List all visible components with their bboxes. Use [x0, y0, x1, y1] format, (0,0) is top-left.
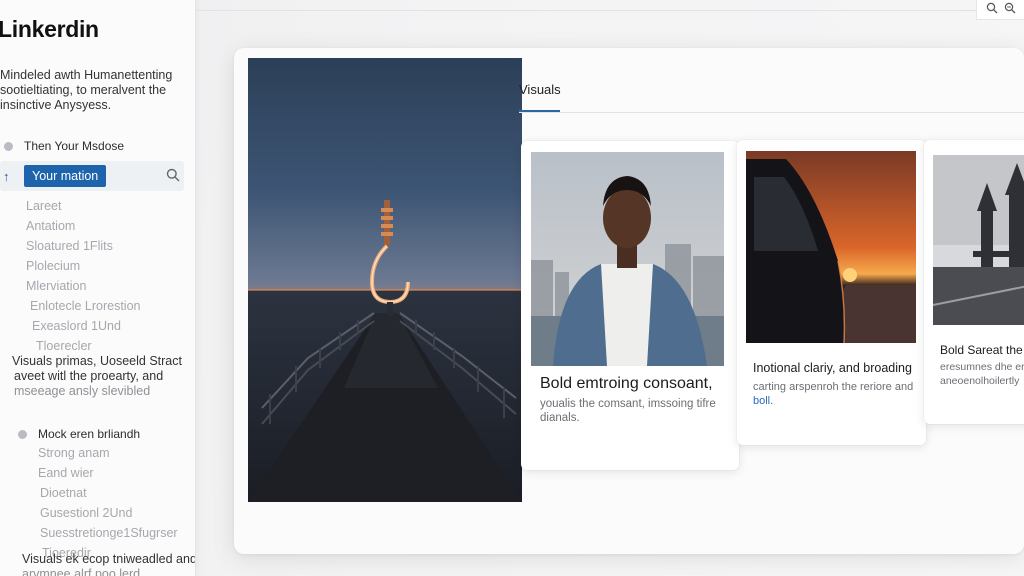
sidebar-item-active[interactable]: ↑ Your mation	[0, 161, 184, 191]
tab-visuals[interactable]: Visuals	[519, 82, 561, 97]
sidebar-item[interactable]: Gusestionl 2Und	[40, 503, 178, 523]
card-image	[933, 155, 1024, 325]
tab-bar: Visuals	[519, 76, 1024, 116]
content-card[interactable]: Bold Sareat the Scc eresumnes dhe erty a…	[924, 140, 1024, 424]
sidebar-section-2[interactable]: Mock eren brliandh	[18, 427, 140, 441]
sidebar-item[interactable]: Mlerviation	[26, 276, 140, 296]
bullet-icon	[18, 429, 27, 439]
paragraph-line: Visuals ek ecop tniweadled and	[22, 552, 196, 566]
paragraph-line: mseeage ansly slevibled	[14, 384, 151, 398]
search-icon[interactable]	[166, 168, 180, 187]
card-title[interactable]: Bold emtroing consoant,	[540, 375, 713, 393]
sidebar-item[interactable]: Sloatured 1Flits	[26, 236, 140, 256]
tab-divider	[519, 112, 1024, 113]
card-image	[746, 151, 916, 343]
tagline-line: sootieltiating, to meralvent the	[0, 83, 167, 97]
description-line: dianals.	[540, 412, 580, 424]
sidebar-item[interactable]: Enlotecle Lrorestion	[30, 296, 140, 316]
description-line: eresumnes dhe erty	[940, 361, 1024, 373]
top-bar	[196, 0, 1024, 20]
card-title[interactable]: Bold Sareat the Scc	[940, 343, 1024, 357]
bullet-icon	[4, 141, 13, 151]
hero-image[interactable]	[248, 58, 522, 502]
sidebar-item[interactable]: Antatiom	[26, 216, 140, 236]
section-label: Then Your Msdose	[24, 139, 125, 153]
content-card[interactable]: Inotional clariy, and broading carting a…	[737, 140, 926, 445]
sidebar-item[interactable]: Strong anam	[38, 443, 178, 463]
sidebar-item[interactable]: Dioetnat	[40, 483, 178, 503]
description-line: aneoenolhoilertly	[940, 375, 1020, 387]
description-line: youalis the comsant, imssoing tifre	[540, 398, 716, 410]
sidebar-paragraph: Visuals ek ecop tniweadled and arvmnee a…	[22, 552, 196, 576]
brand-logo[interactable]: Linkerdin	[0, 16, 99, 43]
sidebar-tagline: Mindeled awth Humanettenting sootieltiat…	[0, 68, 190, 113]
sidebar: Linkerdin Mindeled awth Humanettenting s…	[0, 0, 196, 576]
sidebar-paragraph: Visuals primas, Uoseeld Stract aveet wit…	[12, 354, 195, 399]
card-title[interactable]: Inotional clariy, and broading	[753, 361, 912, 375]
card-description: carting arspenroh the reriore and boll.	[753, 380, 913, 408]
search-icon[interactable]	[986, 1, 998, 19]
card-description: eresumnes dhe erty aneoenolhoilertly	[940, 360, 1024, 388]
sidebar-item[interactable]: Lareet	[26, 196, 140, 216]
arrow-up-icon: ↑	[3, 168, 10, 184]
card-description: youalis the comsant, imssoing tifre dian…	[540, 397, 716, 425]
sidebar-item[interactable]: Tloerecler	[36, 336, 140, 356]
sidebar-section-1[interactable]: Then Your Msdose	[4, 139, 124, 153]
paragraph-line: arvmnee alrf poo lerd	[22, 567, 141, 576]
section-label: Mock eren brliandh	[38, 427, 141, 441]
description-line: carting arspenroh the reriore and	[753, 381, 914, 393]
sidebar-item[interactable]: Suesstretionge1Sfugrser	[40, 523, 178, 543]
description-line[interactable]: boll.	[753, 394, 913, 408]
paragraph-line: Visuals primas, Uoseeld Stract	[12, 354, 182, 368]
zoom-icon[interactable]	[1004, 1, 1016, 19]
top-divider	[196, 10, 976, 11]
card-image	[531, 152, 724, 366]
tagline-line: insinctive Anysyess.	[0, 98, 112, 112]
top-icon-group	[976, 0, 1024, 20]
sidebar-item[interactable]: Exeaslord 1Und	[32, 316, 140, 336]
content-card[interactable]: Bold emtroing consoant, youalis the coms…	[521, 141, 739, 470]
sidebar-item[interactable]: Eand wier	[38, 463, 178, 483]
sidebar-list-2: Strong anam Eand wier Dioetnat Gusestion…	[38, 443, 178, 563]
sidebar-item[interactable]: Plolecium	[26, 256, 140, 276]
active-item-label[interactable]: Your mation	[24, 165, 107, 187]
paragraph-line: aveet witl the proearty, and	[14, 369, 164, 383]
tagline-line: Mindeled awth Humanettenting	[0, 68, 173, 82]
sidebar-list-1: Lareet Antatiom Sloatured 1Flits Ploleci…	[26, 196, 140, 356]
